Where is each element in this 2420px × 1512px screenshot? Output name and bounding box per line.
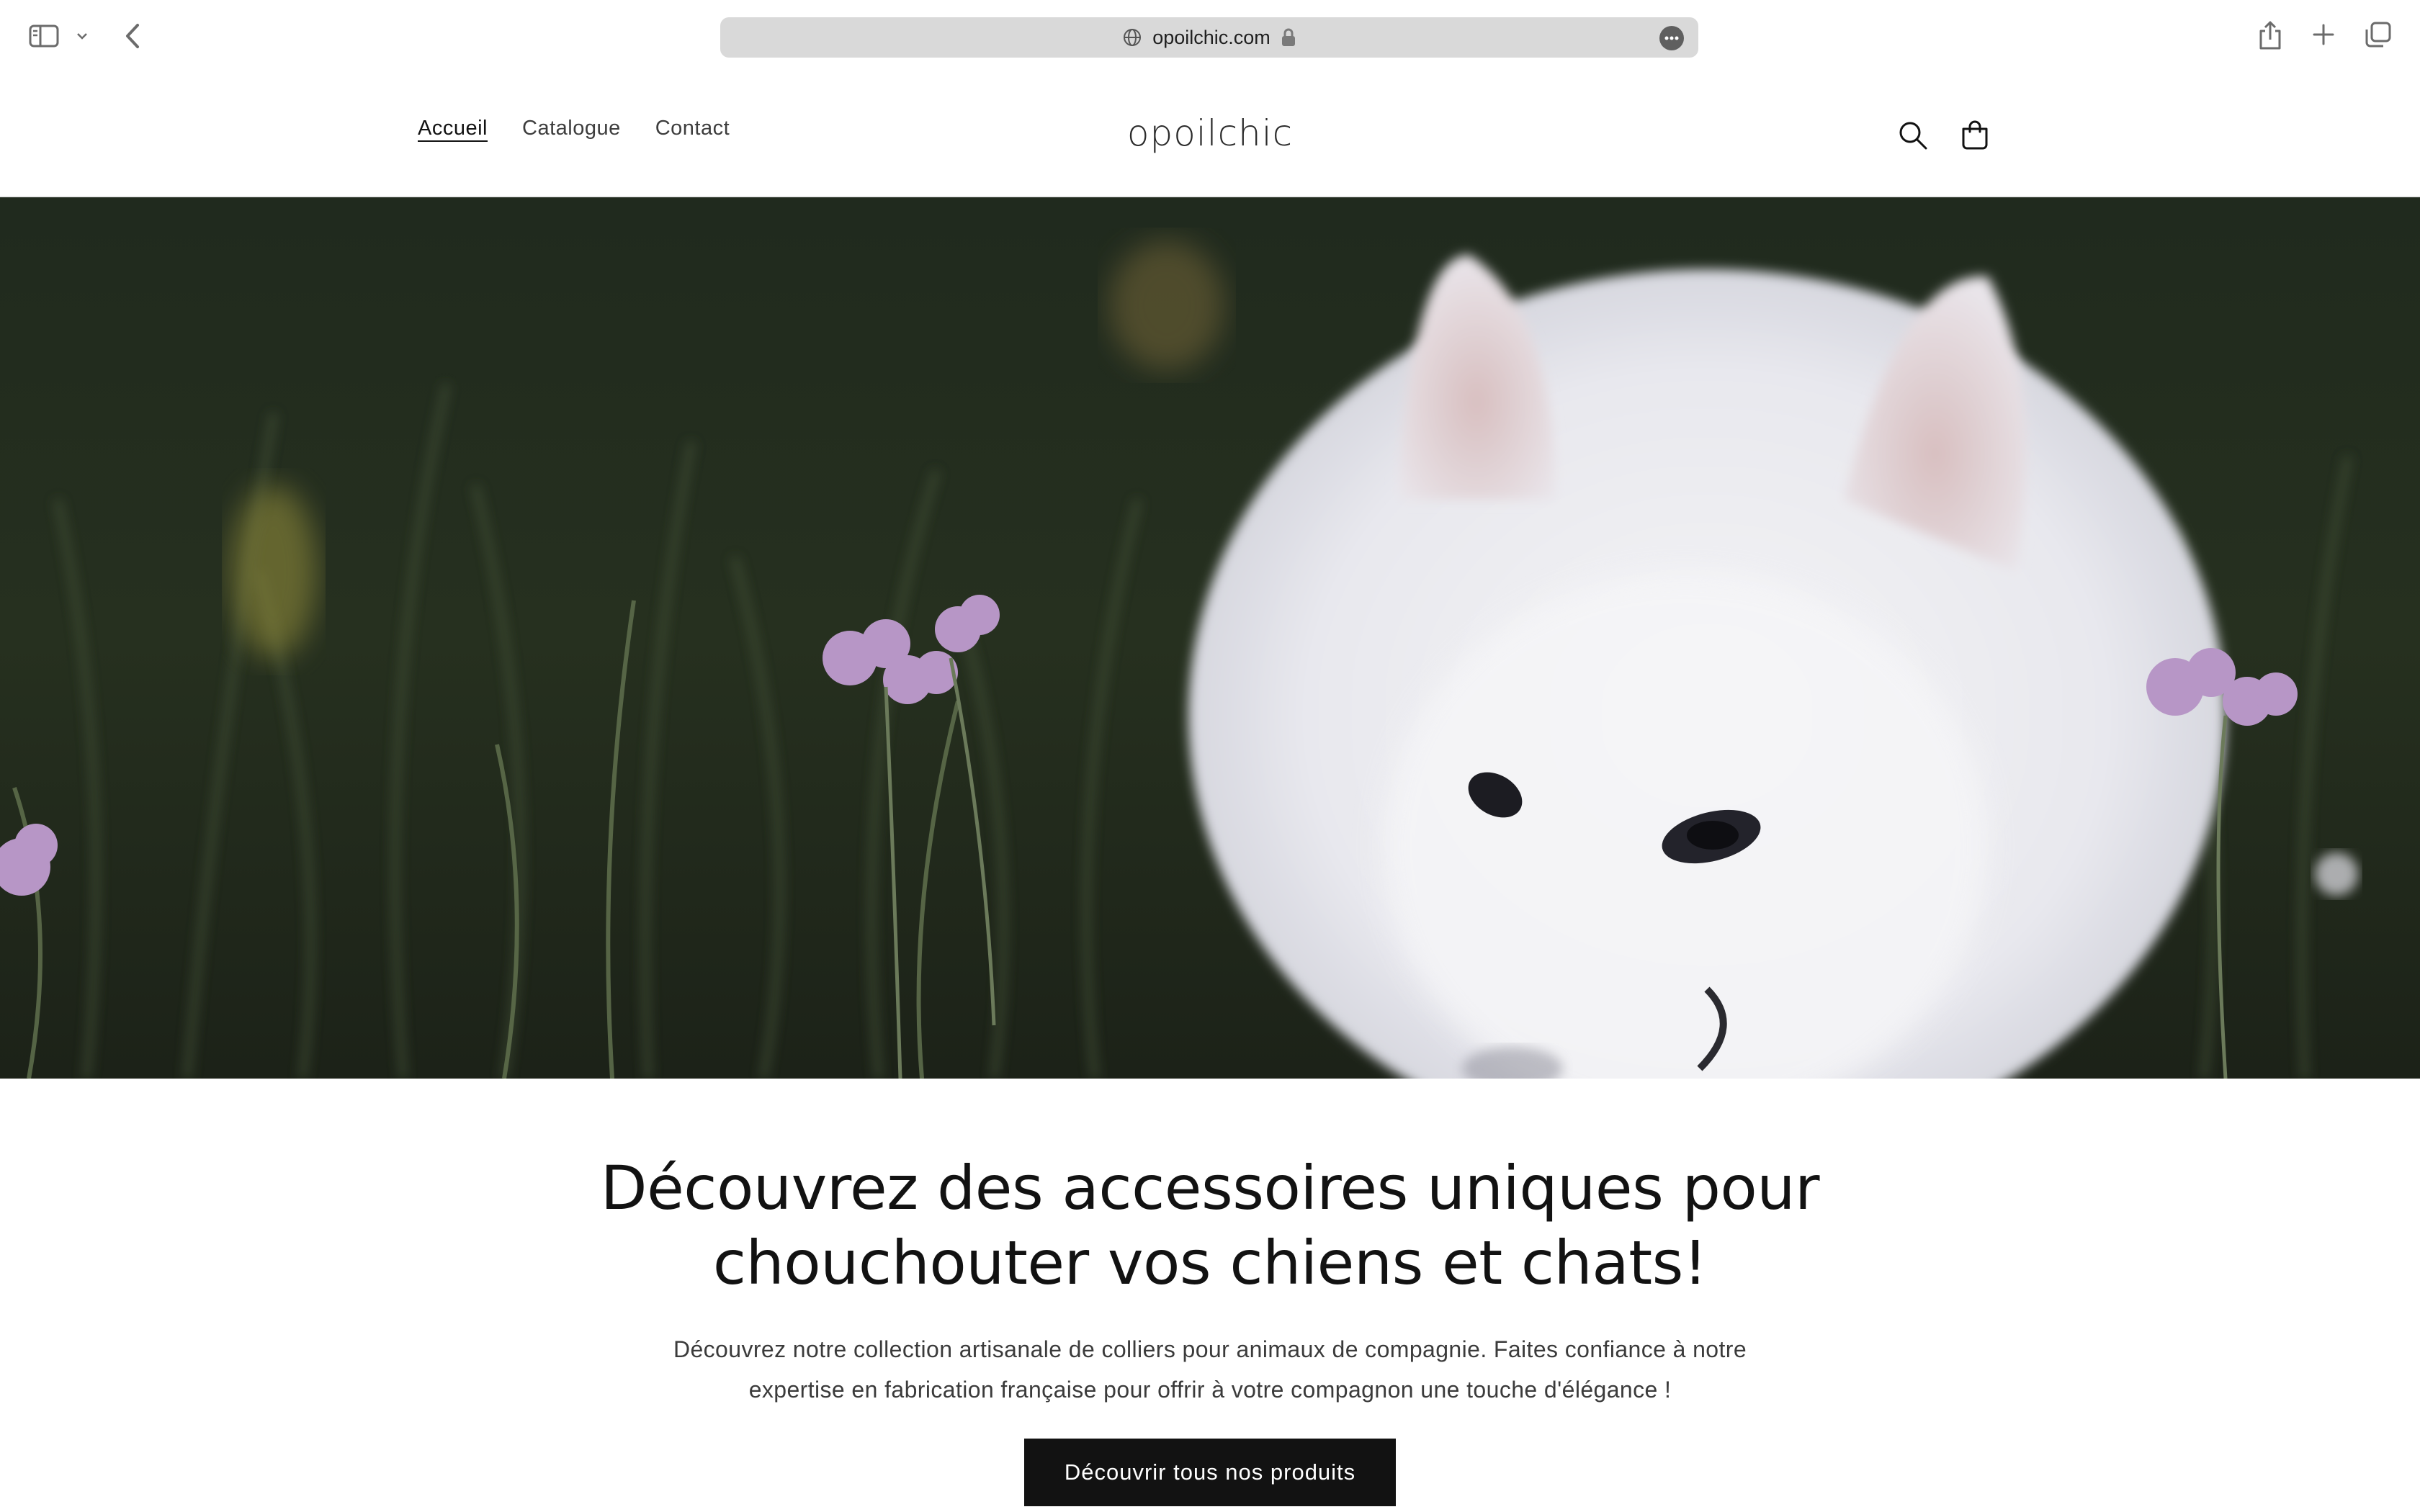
plus-icon[interactable] — [2308, 19, 2339, 50]
tabs-overview-icon[interactable] — [2362, 19, 2394, 50]
lock-icon — [1281, 27, 1296, 48]
cart-icon[interactable] — [1955, 114, 1995, 156]
hero-title: Découvrez des accessoires uniques pour c… — [490, 1151, 1930, 1300]
discover-products-button[interactable]: Découvrir tous nos produits — [1024, 1439, 1396, 1506]
ellipsis-icon[interactable] — [1659, 26, 1684, 50]
url-text: opoilchic.com — [1152, 26, 1270, 48]
hero-description-line-1: Découvrez notre collection artisanale de… — [673, 1336, 1747, 1362]
chevron-down-icon[interactable] — [72, 26, 92, 46]
site-header: Accueil Catalogue Contact opoilchic — [0, 73, 2420, 197]
hero-description-line-2: expertise en fabrication française pour … — [748, 1377, 1672, 1403]
dog-in-flowers-illustration — [0, 197, 2420, 1079]
back-button[interactable] — [118, 20, 147, 52]
share-icon[interactable] — [2254, 17, 2286, 53]
hero-description: Découvrez notre collection artisanale de… — [634, 1329, 1786, 1410]
globe-icon — [1122, 27, 1142, 48]
sidebar-icon[interactable] — [27, 22, 60, 50]
hero-title-line-1: Découvrez des accessoires uniques pour — [600, 1153, 1820, 1223]
hero-content: Découvrez des accessoires uniques pour c… — [0, 1079, 2420, 1512]
hero-title-line-2: chouchouter vos chiens et chats! — [712, 1228, 1708, 1298]
hero-image — [0, 197, 2420, 1079]
search-icon[interactable] — [1893, 115, 1933, 156]
site-logo[interactable]: opoilchic — [0, 112, 2420, 154]
browser-toolbar: opoilchic.com — [0, 0, 2420, 73]
address-bar[interactable]: opoilchic.com — [720, 17, 1698, 58]
